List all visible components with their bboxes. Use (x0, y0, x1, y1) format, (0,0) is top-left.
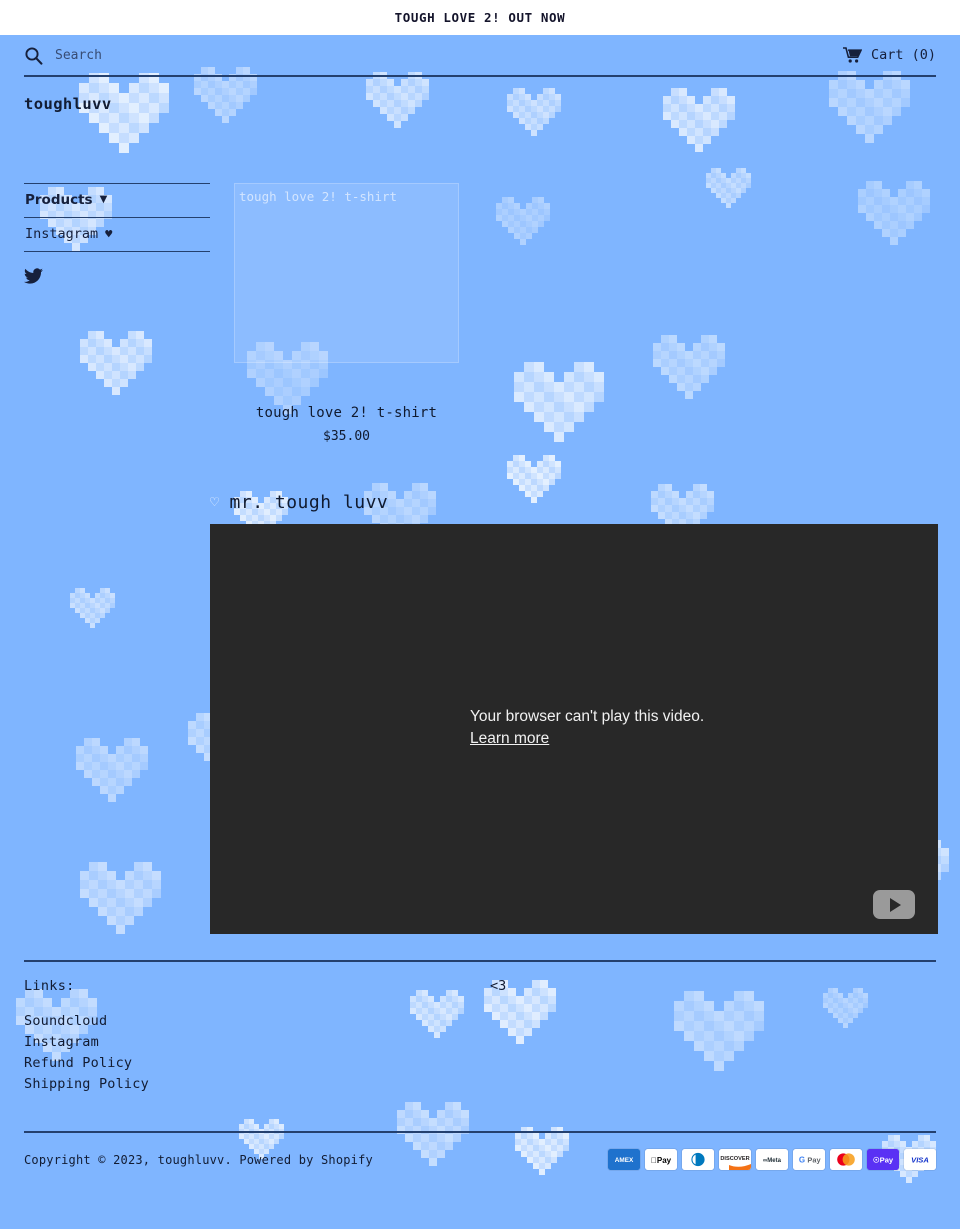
learn-more-link[interactable]: Learn more (470, 730, 549, 749)
heart-icon: ♥ (105, 227, 113, 241)
cart-label: Cart (0) (870, 47, 936, 63)
search-input[interactable] (55, 47, 295, 63)
product-image-alt-text: tough love 2! t-shirt (239, 189, 398, 204)
product-title: tough love 2! t-shirt (255, 405, 438, 421)
chevron-down-icon: ▼ (99, 194, 108, 205)
svg-text:AMEX: AMEX (615, 1157, 634, 1164)
payment-icon-visa: VISA (904, 1149, 936, 1170)
footer-link-list: Soundcloud Instagram Refund Policy Shipp… (24, 1011, 490, 1095)
cart-button[interactable]: Cart (0) (842, 47, 936, 63)
payment-icon-amex: AMEX (608, 1149, 640, 1170)
svg-text:∞Meta: ∞Meta (763, 1158, 782, 1164)
product-grid: tough love 2! t-shirt tough love 2! t-sh… (234, 183, 459, 444)
sidebar-item-products[interactable]: Products ▼ (24, 184, 210, 217)
product-card[interactable]: tough love 2! t-shirt tough love 2! t-sh… (234, 183, 459, 444)
payment-icon-discover: DISCOVER (719, 1149, 751, 1170)
search-icon[interactable] (24, 46, 43, 65)
svg-text:Pay: Pay (651, 1156, 672, 1165)
announcement-bar: TOUGH LOVE 2! OUT NOW (0, 0, 960, 35)
social-links (24, 252, 210, 289)
site-logo[interactable]: toughluvv (0, 77, 960, 113)
svg-text:VISA: VISA (911, 1156, 929, 1165)
footer-bottom-bar: Copyright © 2023, toughluvv. Powered by … (0, 1133, 960, 1170)
payment-icon-apple-pay: Pay (645, 1149, 677, 1170)
payment-icon-shop-pay: ☉Pay (867, 1149, 899, 1170)
sidebar-item-instagram[interactable]: Instagram ♥ (24, 218, 210, 251)
footer-links-column: Links: Soundcloud Instagram Refund Polic… (24, 978, 490, 1095)
payment-methods: AMEX Pay DISCOVER ∞Meta GPay ☉Pay (608, 1149, 936, 1170)
site-footer: Links: Soundcloud Instagram Refund Polic… (0, 962, 960, 1095)
footer-link-soundcloud[interactable]: Soundcloud (24, 1011, 490, 1032)
twitter-icon[interactable] (24, 268, 43, 285)
footer-link-shipping-policy[interactable]: Shipping Policy (24, 1074, 490, 1095)
video-error-text: Your browser can't play this video. (470, 708, 705, 725)
copyright-text: Copyright © 2023, toughluvv. Powered by … (24, 1152, 373, 1167)
svg-text:Pay: Pay (807, 1155, 821, 1164)
payment-icon-google-pay: G Pay (793, 1149, 825, 1170)
payment-icon-mastercard (830, 1149, 862, 1170)
payment-icon-meta-pay: ∞Meta (756, 1149, 788, 1170)
play-triangle-icon (890, 897, 901, 912)
site-header: Cart (0) (0, 35, 960, 75)
video-error-message: Your browser can't play this video. Lear… (470, 708, 704, 749)
footer-link-instagram[interactable]: Instagram (24, 1032, 490, 1053)
payment-icon-diners-club (682, 1149, 714, 1170)
product-image-placeholder[interactable]: tough love 2! t-shirt (234, 183, 459, 363)
svg-text:G: G (799, 1155, 805, 1164)
svg-text:☉Pay: ☉Pay (873, 1156, 894, 1165)
youtube-play-icon[interactable] (873, 890, 915, 919)
product-price: $35.00 (323, 429, 370, 444)
hollow-heart-icon: ♡ (210, 493, 220, 511)
main-content: Products ▼ Instagram ♥ tough love 2! t-s… (0, 113, 960, 444)
announcement-text: TOUGH LOVE 2! OUT NOW (394, 10, 566, 25)
search-area (24, 46, 843, 65)
footer-heart-text: <3 (490, 978, 507, 994)
footer-link-refund-policy[interactable]: Refund Policy (24, 1053, 490, 1074)
sidebar-item-products-label: Products (25, 192, 93, 208)
footer-links-label: Links: (24, 978, 75, 994)
sidebar-nav: Products ▼ Instagram ♥ (24, 183, 210, 289)
shopping-cart-icon (842, 47, 862, 63)
svg-text:DISCOVER: DISCOVER (720, 1156, 749, 1162)
sidebar-item-instagram-label: Instagram (25, 226, 99, 242)
section-heading: ♡ mr. tough luvv (210, 492, 960, 513)
section-title: mr. tough luvv (229, 492, 389, 513)
video-player[interactable]: Your browser can't play this video. Lear… (210, 524, 938, 934)
